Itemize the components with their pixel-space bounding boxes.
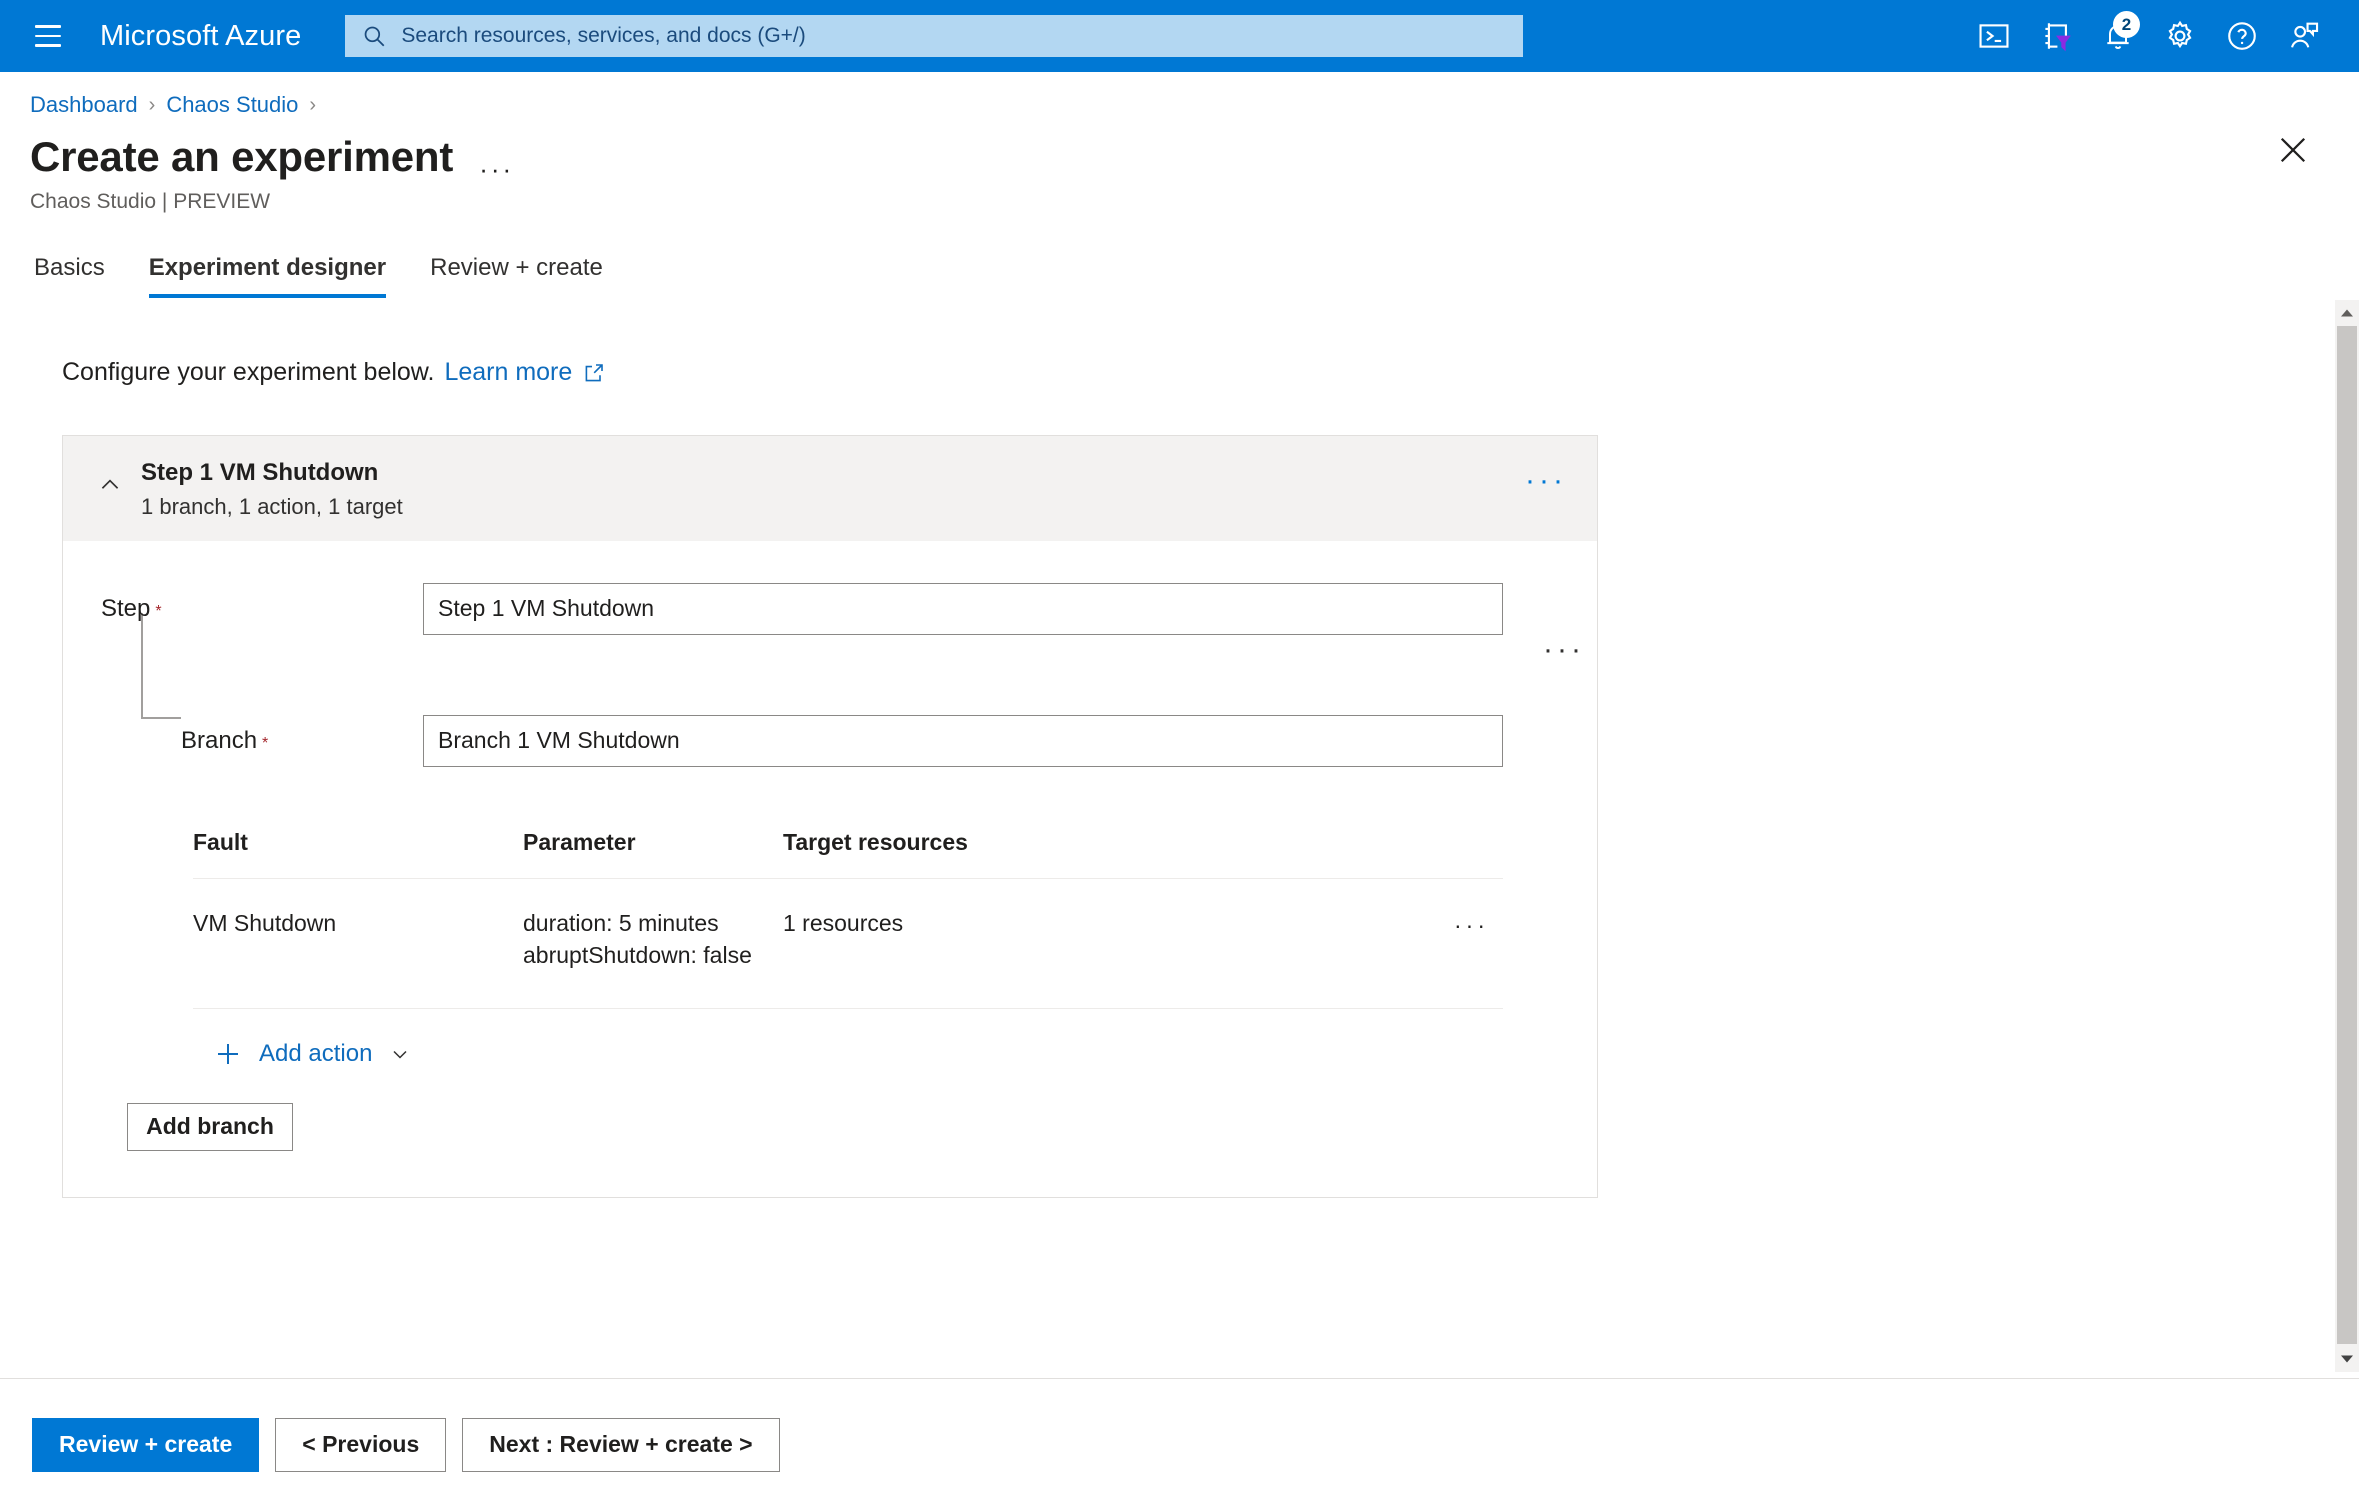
cloud-shell-icon[interactable]: [1963, 5, 2025, 67]
breadcrumb-item-chaos-studio[interactable]: Chaos Studio: [166, 92, 298, 118]
branch-name-row: Branch *: [63, 714, 1597, 767]
tab-review-create[interactable]: Review + create: [408, 254, 625, 298]
plus-icon: [213, 1039, 243, 1069]
search-icon: [361, 23, 387, 49]
previous-button[interactable]: < Previous: [275, 1417, 447, 1472]
review-create-button[interactable]: Review + create: [32, 1417, 260, 1472]
main-content: Configure your experiment below. Learn m…: [0, 298, 2359, 1198]
close-icon[interactable]: [2267, 124, 2319, 176]
scrollbar-thumb[interactable]: [2337, 326, 2357, 1344]
cell-target-resources[interactable]: 1 resources: [783, 907, 1503, 940]
configure-instruction: Configure your experiment below. Learn m…: [0, 298, 2359, 387]
breadcrumb-separator-trailing: ›: [309, 93, 317, 116]
branch-name-input[interactable]: [423, 714, 1503, 767]
external-link-icon: [582, 361, 606, 385]
column-header-parameter: Parameter: [523, 828, 636, 855]
azure-top-bar: Microsoft Azure Search resources, servic…: [0, 0, 2359, 72]
top-bar-icon-group: 2: [1963, 5, 2335, 67]
tab-basics[interactable]: Basics: [30, 254, 127, 298]
step-card-body: Step* ··· Branch* Fault Parameter: [63, 582, 1597, 1197]
cell-fault: VM Shutdown: [193, 909, 337, 936]
page-header: Create an experiment ···: [0, 118, 2359, 182]
scroll-up-arrow-icon[interactable]: [2335, 300, 2359, 326]
cell-parameter-abrupt-shutdown: abruptShutdown: false: [523, 942, 752, 969]
help-question-icon[interactable]: [2211, 5, 2273, 67]
vertical-scrollbar[interactable]: [2335, 300, 2359, 1372]
add-branch-button[interactable]: Add branch: [127, 1102, 293, 1151]
breadcrumb: Dashboard › Chaos Studio ›: [0, 72, 2359, 118]
step-card-title: Step 1 VM Shutdown: [141, 459, 379, 486]
scroll-down-arrow-icon[interactable]: [2335, 1346, 2359, 1372]
next-review-create-button[interactable]: Next : Review + create >: [462, 1417, 780, 1472]
feedback-person-icon[interactable]: [2273, 5, 2335, 67]
azure-brand-label[interactable]: Microsoft Azure: [100, 20, 301, 53]
step-name-row: Step *: [63, 582, 1597, 635]
cell-parameter-duration: duration: 5 minutes: [523, 909, 719, 936]
branch-field-label: Branch: [181, 726, 258, 754]
branch-required-marker: *: [262, 734, 269, 752]
page-title: Create an experiment: [30, 133, 454, 180]
step-card-summary: 1 branch, 1 action, 1 target: [141, 494, 403, 519]
cell-parameter: duration: 5 minutes abruptShutdown: fals…: [523, 907, 783, 972]
hamburger-icon[interactable]: [24, 12, 72, 60]
step-label-area: Step *: [63, 595, 423, 623]
global-search-box[interactable]: [345, 15, 1524, 57]
page-subtitle: Chaos Studio | PREVIEW: [30, 190, 271, 213]
notifications-bell-icon[interactable]: 2: [2087, 5, 2149, 67]
step-field-label: Step: [101, 594, 151, 622]
chevron-up-icon[interactable]: [97, 472, 123, 498]
learn-more-link[interactable]: Learn more: [444, 358, 606, 387]
column-header-target-resources: Target resources: [783, 828, 968, 855]
add-action-button[interactable]: Add action: [213, 1039, 412, 1069]
configure-instruction-text: Configure your experiment below.: [62, 358, 435, 386]
branch-more-row: ···: [63, 634, 1597, 677]
learn-more-label: Learn more: [444, 358, 573, 386]
branch-label-area: Branch *: [63, 727, 423, 755]
step-required-marker: *: [155, 602, 162, 620]
directory-filter-icon[interactable]: [2025, 5, 2087, 67]
fault-table-header: Fault Parameter Target resources: [193, 829, 1503, 879]
breadcrumb-separator: ›: [148, 93, 156, 116]
tab-experiment-designer[interactable]: Experiment designer: [127, 254, 408, 298]
add-action-label: Add action: [259, 1039, 373, 1067]
column-header-fault: Fault: [193, 828, 248, 855]
step-card-more-menu[interactable]: ···: [1525, 466, 1567, 496]
table-row[interactable]: VM Shutdown duration: 5 minutes abruptSh…: [193, 879, 1503, 1009]
step-card: Step 1 VM Shutdown 1 branch, 1 action, 1…: [62, 435, 1598, 1198]
step-card-header[interactable]: Step 1 VM Shutdown 1 branch, 1 action, 1…: [63, 436, 1597, 541]
breadcrumb-item-dashboard[interactable]: Dashboard: [30, 92, 138, 118]
wizard-tabs: Basics Experiment designer Review + crea…: [0, 214, 2359, 298]
settings-gear-icon[interactable]: [2149, 5, 2211, 67]
table-row-more-menu[interactable]: ···: [1454, 909, 1489, 942]
page-title-more-menu[interactable]: ···: [479, 156, 514, 182]
chevron-down-icon[interactable]: [388, 1042, 412, 1066]
notification-count-badge: 2: [2113, 11, 2140, 38]
wizard-footer: Review + create < Previous Next : Review…: [0, 1379, 2359, 1510]
branch-more-menu[interactable]: ···: [1543, 634, 1585, 665]
fault-table: Fault Parameter Target resources VM Shut…: [193, 829, 1503, 1009]
step-name-input[interactable]: [423, 582, 1503, 635]
search-input[interactable]: [401, 24, 1508, 48]
